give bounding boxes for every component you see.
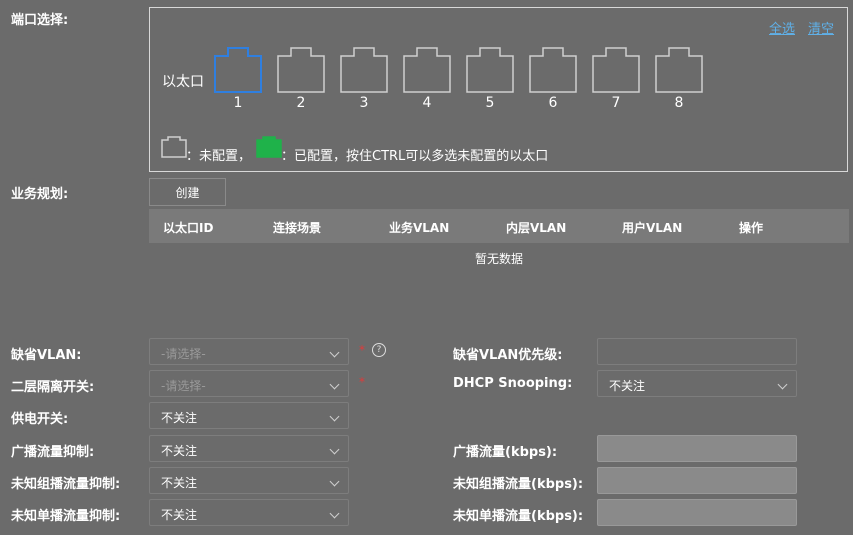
port-number: 3: [359, 95, 369, 111]
required-mark: *: [359, 375, 365, 389]
chevron-down-icon: [329, 411, 340, 422]
chevron-down-icon: [329, 508, 340, 519]
ethernet-port-8-icon[interactable]: [655, 47, 703, 93]
broadcast-suppress-select[interactable]: 不关注: [149, 435, 349, 462]
service-plan-label: 业务规划:: [11, 187, 69, 202]
port-number: 2: [296, 95, 306, 111]
legend-configured-text: ：已配置，按住CTRL可以多选未配置的以太口: [281, 149, 549, 164]
column-header: 业务VLAN: [389, 221, 450, 235]
help-icon[interactable]: ?: [372, 343, 386, 357]
port-select-label: 端口选择:: [11, 13, 69, 28]
column-header: 用户VLAN: [622, 221, 683, 235]
chevron-down-icon: [329, 476, 340, 487]
chevron-down-icon: [777, 379, 788, 390]
unknown-multicast-suppress-value: 不关注: [161, 476, 198, 490]
ethernet-port-7-icon[interactable]: [592, 47, 640, 93]
required-mark: *: [359, 343, 365, 357]
ethernet-port-4-icon[interactable]: [403, 47, 451, 93]
unknown-unicast-suppress-label: 未知单播流量抑制:: [11, 509, 121, 524]
power-switch-value: 不关注: [161, 411, 198, 425]
ethernet-label: 以太口: [162, 74, 204, 90]
legend-unconfigured-text: ：未配置，: [186, 149, 252, 164]
select-all-link[interactable]: 全选: [769, 18, 795, 37]
l2-isolation-label: 二层隔离开关:: [11, 380, 95, 395]
unknown-unicast-rate-input[interactable]: [597, 499, 797, 526]
default-vlan-label: 缺省VLAN:: [11, 348, 82, 363]
ethernet-port-6-icon[interactable]: [529, 47, 577, 93]
port-number: 1: [233, 95, 243, 111]
broadcast-rate-input[interactable]: [597, 435, 797, 462]
column-header: 连接场景: [273, 221, 322, 235]
port-number: 6: [548, 95, 558, 111]
dhcp-snooping-label: DHCP Snooping:: [453, 376, 573, 391]
column-header: 以太口ID: [163, 221, 214, 235]
dhcp-snooping-select[interactable]: 不关注: [597, 370, 797, 397]
unknown-unicast-rate-label: 未知单播流量(kbps):: [453, 509, 584, 524]
clear-link[interactable]: 清空: [808, 18, 834, 37]
create-button[interactable]: 创建: [149, 178, 226, 206]
service-table-header: 以太口ID 连接场景 业务VLAN 内层VLAN 用户VLAN 操作: [149, 209, 849, 243]
default-vlan-placeholder: -请选择-: [161, 347, 206, 361]
default-vlan-select[interactable]: -请选择-: [149, 338, 349, 365]
port-number: 8: [674, 95, 684, 111]
unknown-multicast-rate-input[interactable]: [597, 467, 797, 494]
column-header: 内层VLAN: [506, 221, 567, 235]
chevron-down-icon: [329, 379, 340, 390]
port-number: 4: [422, 95, 432, 111]
table-empty-text: 暂无数据: [474, 252, 523, 266]
dhcp-snooping-value: 不关注: [609, 379, 646, 393]
unknown-multicast-rate-label: 未知组播流量(kbps):: [453, 477, 584, 492]
ethernet-port-3-icon[interactable]: [340, 47, 388, 93]
power-switch-label: 供电开关:: [11, 412, 69, 427]
unknown-unicast-suppress-select[interactable]: 不关注: [149, 499, 349, 526]
unknown-unicast-suppress-value: 不关注: [161, 508, 198, 522]
broadcast-suppress-value: 不关注: [161, 444, 198, 458]
configured-port-icon: [256, 136, 282, 162]
default-vlan-priority-label: 缺省VLAN优先级:: [453, 348, 563, 363]
unknown-multicast-suppress-select[interactable]: 不关注: [149, 467, 349, 494]
l2-isolation-placeholder: -请选择-: [161, 379, 206, 393]
power-switch-select[interactable]: 不关注: [149, 402, 349, 429]
column-header: 操作: [739, 221, 764, 235]
port-number: 5: [485, 95, 495, 111]
l2-isolation-select[interactable]: -请选择-: [149, 370, 349, 397]
ethernet-port-2-icon[interactable]: [277, 47, 325, 93]
ethernet-port-1-icon[interactable]: [214, 47, 262, 93]
broadcast-suppress-label: 广播流量抑制:: [11, 445, 95, 460]
port-number: 7: [611, 95, 621, 111]
chevron-down-icon: [329, 347, 340, 358]
default-vlan-priority-input[interactable]: [597, 338, 797, 365]
unconfigured-port-icon: [161, 136, 187, 162]
ethernet-port-5-icon[interactable]: [466, 47, 514, 93]
broadcast-rate-label: 广播流量(kbps):: [453, 445, 558, 460]
unknown-multicast-suppress-label: 未知组播流量抑制:: [11, 477, 121, 492]
chevron-down-icon: [329, 444, 340, 455]
